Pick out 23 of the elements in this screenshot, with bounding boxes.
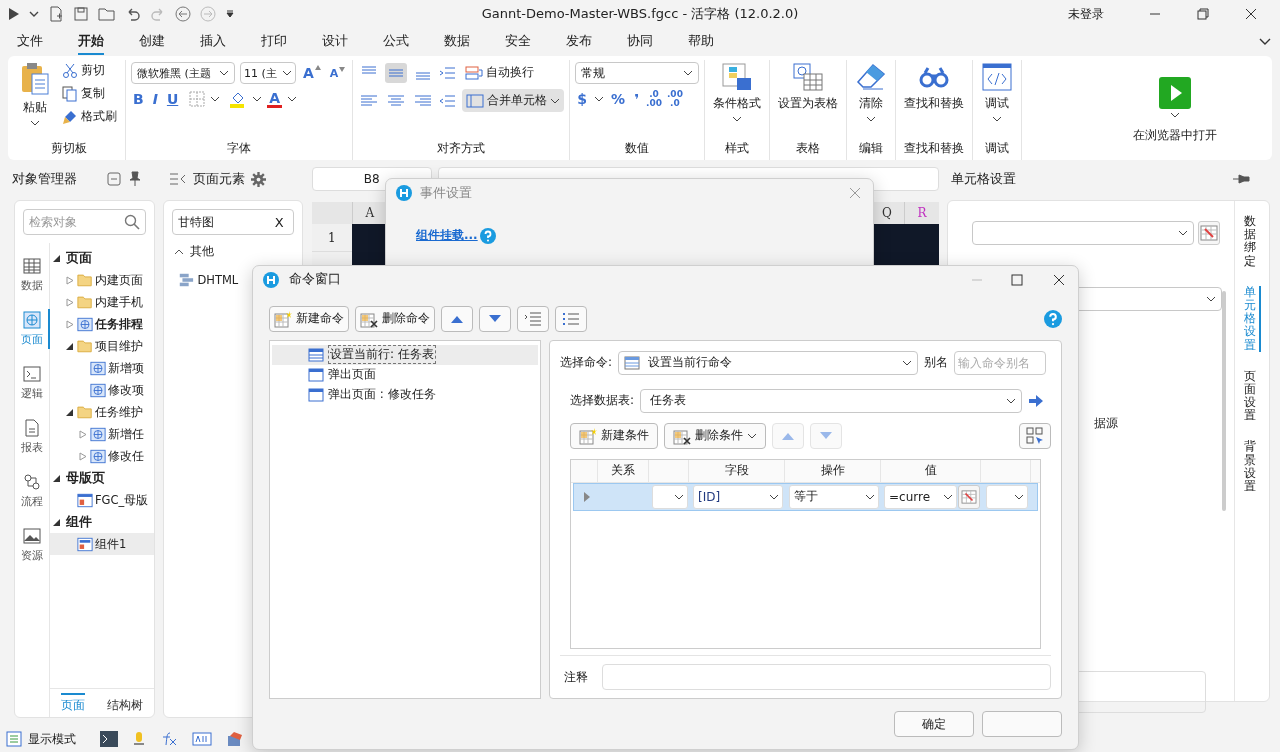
column-header: 值 <box>881 459 981 482</box>
column-header: 操作 <box>785 459 881 482</box>
group-label: 数值 <box>625 140 650 157</box>
option-label: 据源 <box>1094 415 1118 432</box>
field-label: 注释 <box>564 668 588 686</box>
group-label: 对齐方式 <box>437 140 486 157</box>
group-label: 查找和替换 <box>904 140 965 157</box>
dialog-title: 命令窗口 <box>289 271 341 289</box>
column-header: 字段 <box>689 459 785 482</box>
field-label: 选择数据表: <box>570 392 635 410</box>
field-label: 选择命令: <box>560 354 613 372</box>
group-label: 调试 <box>985 140 1010 157</box>
panel-title: 对象管理器 <box>12 170 77 188</box>
panel-title: 页面元素 <box>193 170 246 188</box>
panel-title: 单元格设置 <box>951 170 1016 188</box>
column-header: 关系 <box>598 459 649 482</box>
field-label: 别名 <box>924 354 949 372</box>
group-label: 样式 <box>725 140 750 157</box>
group-label: 字体 <box>227 140 252 157</box>
group-label: 编辑 <box>859 140 884 157</box>
group-label: 表格 <box>796 140 821 157</box>
window-title: Gannt-Demo-Master-WBS.fgcc - 活字格 (12.0.2.0) <box>481 5 799 23</box>
group-label: 剪切板 <box>50 140 87 157</box>
